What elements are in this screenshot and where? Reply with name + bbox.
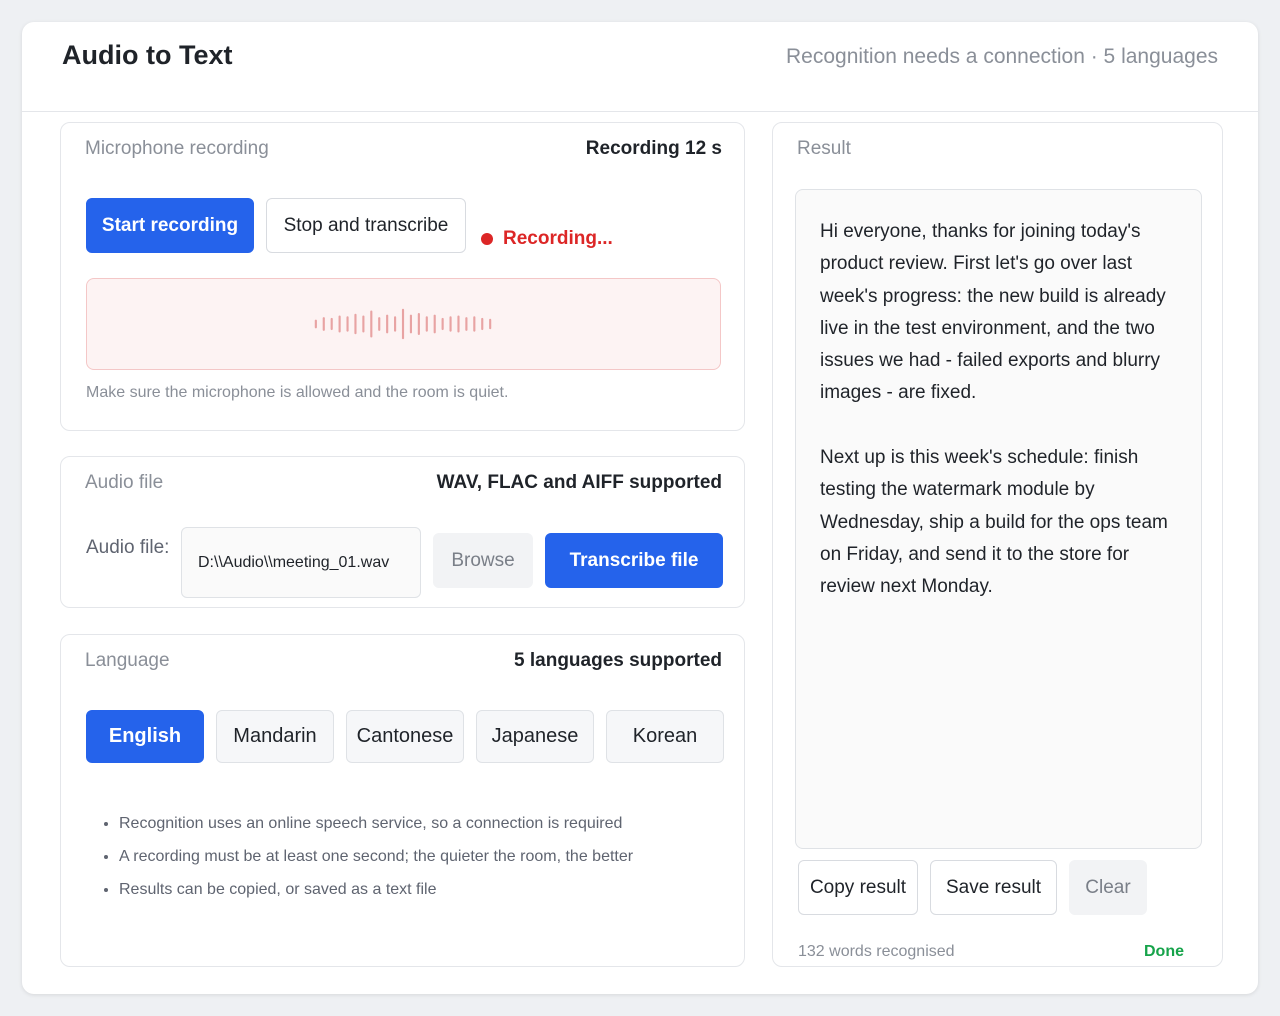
language-count: 5 languages supported	[514, 650, 722, 671]
copy-result-button[interactable]: Copy result	[798, 860, 918, 915]
language-option-mandarin[interactable]: Mandarin	[216, 710, 334, 763]
recording-dot-icon	[481, 233, 493, 245]
notes-list: Recognition uses an online speech servic…	[119, 815, 633, 914]
recording-timer: Recording 12 s	[585, 138, 722, 159]
recording-card-title: Microphone recording	[85, 138, 269, 159]
language-card-title: Language	[85, 650, 170, 671]
stop-transcribe-button[interactable]: Stop and transcribe	[266, 198, 466, 253]
clear-button[interactable]: Clear	[1069, 860, 1147, 915]
save-result-button[interactable]: Save result	[930, 860, 1057, 915]
waveform	[314, 308, 492, 340]
app-title: Audio to Text	[62, 40, 233, 70]
header: Audio to Text Recognition needs a connec…	[22, 22, 1258, 112]
app-window: Audio to Text Recognition needs a connec…	[22, 22, 1258, 994]
note-item: Recognition uses an online speech servic…	[119, 815, 633, 833]
language-option-korean[interactable]: Korean	[606, 710, 724, 763]
waveform-panel	[86, 278, 721, 370]
word-count: 132 words recognised	[798, 943, 955, 960]
recording-status: Recording...	[481, 228, 613, 250]
file-card-title: Audio file	[85, 472, 164, 493]
recording-card: Microphone recording Recording 12 s Star…	[60, 122, 745, 431]
browse-button[interactable]: Browse	[433, 533, 533, 588]
result-status: Done	[1144, 943, 1184, 960]
note-item: Results can be copied, or saved as a tex…	[119, 881, 633, 899]
transcribe-file-button[interactable]: Transcribe file	[545, 533, 723, 588]
recording-hint: Make sure the microphone is allowed and …	[86, 384, 509, 401]
start-recording-button[interactable]: Start recording	[86, 198, 254, 253]
file-formats: WAV, FLAC and AIFF supported	[436, 472, 722, 493]
header-info: Recognition needs a connection · 5 langu…	[786, 45, 1218, 68]
result-text[interactable]: Hi everyone, thanks for joining today's …	[795, 189, 1202, 849]
note-item: A recording must be at least one second;…	[119, 848, 633, 866]
recording-status-text: Recording...	[503, 228, 613, 249]
language-card: Language 5 languages supported English M…	[60, 634, 745, 967]
result-card: Result Hi everyone, thanks for joining t…	[772, 122, 1223, 967]
file-card: Audio file WAV, FLAC and AIFF supported …	[60, 456, 745, 608]
result-card-title: Result	[797, 138, 851, 159]
file-path-input[interactable]	[181, 527, 421, 598]
file-label: Audio file:	[86, 537, 170, 558]
language-option-japanese[interactable]: Japanese	[476, 710, 594, 763]
language-option-english[interactable]: English	[86, 710, 204, 763]
language-option-cantonese[interactable]: Cantonese	[346, 710, 464, 763]
